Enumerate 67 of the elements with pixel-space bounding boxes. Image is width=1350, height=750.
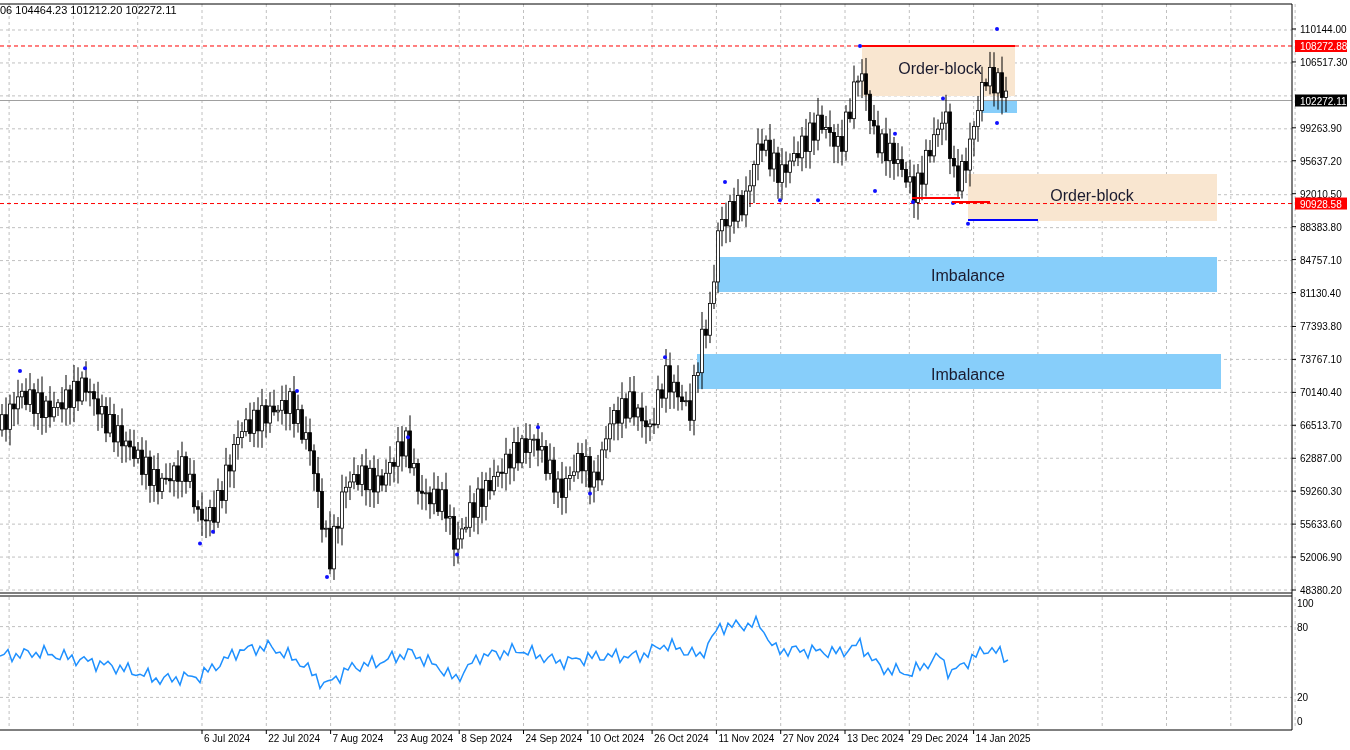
- fractal-dot: [816, 198, 820, 203]
- fractal-dot: [995, 27, 999, 31]
- date-label: 23 Aug 2024: [396, 733, 454, 744]
- price-label: 77393.80: [1300, 321, 1342, 333]
- price-label: 106517.30: [1300, 56, 1348, 68]
- price-label: 110144.00: [1300, 24, 1347, 35]
- price-label: 70140.40: [1300, 387, 1342, 399]
- fractal-dot: [951, 200, 955, 205]
- ohlc-readout: 06 104464.23 101212.20 102272.11: [0, 4, 177, 16]
- date-label: 7 Aug 2024: [332, 733, 384, 744]
- date-label: 11 Nov 2024: [718, 733, 775, 744]
- date-label: 29 Dec 2024: [911, 733, 968, 744]
- fractal-dot: [211, 529, 215, 534]
- price-label: 95637.20: [1300, 155, 1342, 167]
- price-label: 81130.40: [1300, 287, 1341, 299]
- level-line: [911, 197, 961, 199]
- level-line: [967, 219, 1039, 221]
- zone-label: Imbalance: [931, 267, 1005, 284]
- date-label: 22 Jul 2024: [268, 733, 320, 744]
- level-line: [951, 201, 991, 203]
- zone-label: Order-block: [1050, 187, 1134, 204]
- date-label: 24 Sep 2024: [525, 733, 583, 744]
- price-label: 73767.10: [1300, 354, 1342, 366]
- fractal-dot: [941, 96, 945, 101]
- fractal-dot: [995, 120, 999, 125]
- price-marker: 108272.88: [1295, 40, 1348, 52]
- indicator-label: 20: [1297, 692, 1309, 704]
- price-marker: 90928.58: [1295, 197, 1347, 210]
- fractal-dot: [455, 552, 459, 557]
- fractal-dot: [588, 491, 592, 496]
- date-label: 27 Nov 2024: [782, 733, 840, 744]
- fractal-dot: [966, 221, 970, 226]
- price-label: 48380.20: [1300, 585, 1342, 596]
- indicator-label: 100: [1297, 598, 1314, 609]
- price-label: 52006.90: [1300, 552, 1342, 564]
- date-label: 14 Jan 2025: [975, 733, 1031, 744]
- fractal-dot: [18, 368, 22, 373]
- price-label: 88383.80: [1300, 221, 1342, 233]
- fractal-dot: [295, 388, 299, 393]
- fractal-dot: [893, 131, 897, 136]
- fractal-dot: [858, 44, 862, 48]
- fractal-dot: [911, 200, 915, 204]
- fractal-dot: [198, 541, 202, 546]
- date-label: 10 Oct 2024: [589, 733, 645, 744]
- indicator-label: 80: [1297, 621, 1309, 633]
- price-label: 66513.70: [1300, 420, 1342, 432]
- price-label: 59260.30: [1300, 486, 1342, 498]
- zone-label: Imbalance: [931, 366, 1005, 383]
- date-label: 26 Oct 2024: [654, 733, 709, 744]
- date-label: 13 Dec 2024: [847, 733, 904, 744]
- fractal-dot: [83, 366, 87, 371]
- fractal-dot: [723, 180, 727, 184]
- fractal-dot: [663, 355, 667, 360]
- price-label: 92010.50: [1300, 188, 1342, 200]
- fractal-dot: [873, 189, 877, 194]
- price-label: 84757.10: [1300, 254, 1342, 266]
- price-label: 55633.60: [1300, 519, 1342, 531]
- price-label: 99263.90: [1300, 122, 1342, 134]
- zone-label: Order-block: [898, 60, 982, 77]
- date-label: 6 Jul 2024: [204, 733, 251, 744]
- fractal-dot: [536, 425, 540, 430]
- price-label: 62887.00: [1300, 453, 1342, 465]
- date-label: 8 Sep 2024: [461, 733, 513, 744]
- fractal-dot: [406, 435, 410, 440]
- indicator-label: 0: [1297, 716, 1303, 727]
- fractal-dot: [778, 198, 782, 203]
- fractal-dot: [325, 575, 329, 580]
